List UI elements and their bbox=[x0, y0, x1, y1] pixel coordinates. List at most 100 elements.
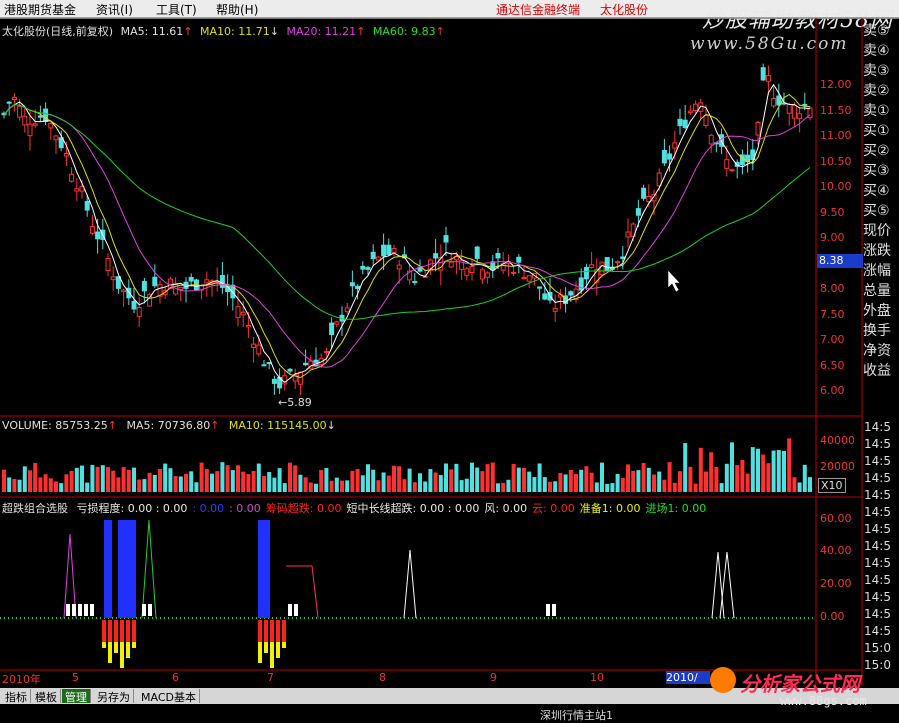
volume-bar bbox=[594, 482, 599, 492]
price-tick: 9.00 bbox=[820, 231, 845, 244]
tab-macd-basic[interactable]: MACD基本 bbox=[138, 689, 200, 704]
candle-body bbox=[604, 257, 610, 271]
tab-template[interactable]: 模板 bbox=[32, 689, 61, 704]
indicator-dot bbox=[72, 604, 76, 616]
candle-body bbox=[32, 123, 38, 126]
volume-bar bbox=[714, 466, 719, 492]
volume-bar bbox=[433, 472, 438, 492]
candle-body bbox=[677, 118, 683, 127]
x-axis-label: 7 bbox=[267, 671, 274, 684]
candle-body bbox=[755, 121, 761, 136]
volume-bar bbox=[490, 462, 495, 492]
volume-panel-title: VOLUME: 85753.25↑ MA5: 70736.80↑ MA10: 1… bbox=[2, 419, 336, 432]
volume-bar bbox=[277, 468, 282, 492]
indicator-item: 云: 0.00 bbox=[532, 502, 575, 515]
volume-bar bbox=[532, 477, 537, 492]
candle-body bbox=[802, 103, 808, 106]
order-book-label: 现价 bbox=[863, 223, 891, 239]
kline-chart[interactable] bbox=[0, 0, 899, 722]
side-time-label: 14:5 bbox=[864, 573, 891, 587]
tab-manage[interactable]: 管理 bbox=[62, 689, 91, 704]
up-arrow-icon: ↑ bbox=[210, 419, 220, 432]
candle-body bbox=[568, 291, 574, 296]
candle-body bbox=[344, 307, 350, 313]
volume-bar bbox=[345, 480, 350, 492]
volume-bar bbox=[740, 460, 745, 492]
volume-bar bbox=[225, 465, 230, 492]
candle-body bbox=[433, 253, 439, 259]
volume-bar bbox=[85, 482, 90, 492]
candle-body bbox=[583, 266, 589, 280]
volume-bar bbox=[516, 467, 521, 492]
volume-label: VOLUME: 85753.25 bbox=[2, 419, 108, 432]
volume-bar bbox=[80, 465, 84, 492]
volume-bar bbox=[589, 472, 594, 492]
volume-bar bbox=[444, 463, 448, 492]
candle-body bbox=[89, 226, 95, 234]
candle-body bbox=[355, 285, 361, 289]
volume-bar bbox=[230, 470, 235, 492]
candle-body bbox=[48, 123, 54, 129]
candle-body bbox=[682, 119, 688, 129]
volume-bar bbox=[48, 478, 53, 492]
volume-bar bbox=[652, 474, 656, 492]
volume-bar bbox=[454, 463, 459, 492]
price-tick: 7.00 bbox=[820, 333, 845, 346]
order-book-label: 卖② bbox=[863, 83, 890, 99]
volume-bar bbox=[355, 468, 360, 492]
volume-bar bbox=[158, 468, 162, 492]
volume-bar bbox=[314, 483, 318, 492]
volume-bar bbox=[371, 469, 376, 492]
candle-body bbox=[235, 306, 241, 319]
candle-body bbox=[323, 350, 329, 353]
volume-unit: X10 bbox=[818, 478, 846, 493]
volume-bar bbox=[808, 477, 812, 492]
side-time-label: 15:0 bbox=[864, 641, 891, 655]
indicator-bar bbox=[126, 620, 130, 642]
indicator-item: 准备1: 0.00 bbox=[579, 502, 641, 515]
volume-bar bbox=[657, 471, 662, 492]
volume-bar bbox=[121, 467, 126, 492]
vol-ma5-label: MA5: 70736.80 bbox=[126, 419, 211, 432]
volume-bar bbox=[766, 463, 771, 492]
volume-bar bbox=[735, 465, 740, 492]
candle-body bbox=[121, 289, 127, 293]
volume-bar bbox=[631, 470, 636, 492]
volume-bar bbox=[95, 466, 100, 492]
candle-body bbox=[53, 135, 59, 141]
volume-bar bbox=[334, 477, 339, 492]
volume-bar bbox=[392, 465, 396, 492]
price-tick: 11.50 bbox=[820, 103, 852, 117]
indicator-dot bbox=[142, 604, 146, 616]
indicator-dot bbox=[84, 604, 88, 616]
indicator-bar bbox=[276, 620, 280, 642]
volume-bar bbox=[38, 477, 43, 492]
volume-bar bbox=[184, 473, 188, 492]
volume-bar bbox=[459, 480, 464, 492]
volume-bar bbox=[194, 482, 199, 492]
volume-bar bbox=[116, 477, 121, 492]
order-book-label: 买② bbox=[863, 143, 890, 159]
volume-bar bbox=[142, 479, 147, 492]
vol-ma10-label: MA10: 115145.00 bbox=[228, 419, 327, 432]
candle-body bbox=[63, 152, 69, 157]
volume-bar bbox=[189, 471, 194, 492]
price-tick: 9.50 bbox=[820, 205, 845, 219]
tab-indicator[interactable]: 指标 bbox=[2, 689, 31, 704]
indicator-item: 进场1: 0.00 bbox=[645, 502, 707, 515]
volume-bar bbox=[511, 463, 516, 492]
volume-bar bbox=[449, 469, 454, 492]
candle-body bbox=[797, 113, 803, 120]
tab-save-as[interactable]: 另存为 bbox=[94, 689, 134, 704]
candle-body bbox=[708, 134, 714, 145]
candle-body bbox=[303, 362, 309, 366]
volume-bar bbox=[475, 467, 480, 492]
volume-bar bbox=[423, 481, 428, 492]
volume-bar bbox=[522, 467, 526, 492]
volume-bar bbox=[568, 469, 573, 492]
volume-bar bbox=[381, 472, 386, 492]
volume-bar bbox=[303, 477, 308, 492]
volume-bar bbox=[402, 479, 407, 492]
volume-bar bbox=[2, 469, 6, 492]
side-time-label: 14:5 bbox=[864, 454, 891, 468]
